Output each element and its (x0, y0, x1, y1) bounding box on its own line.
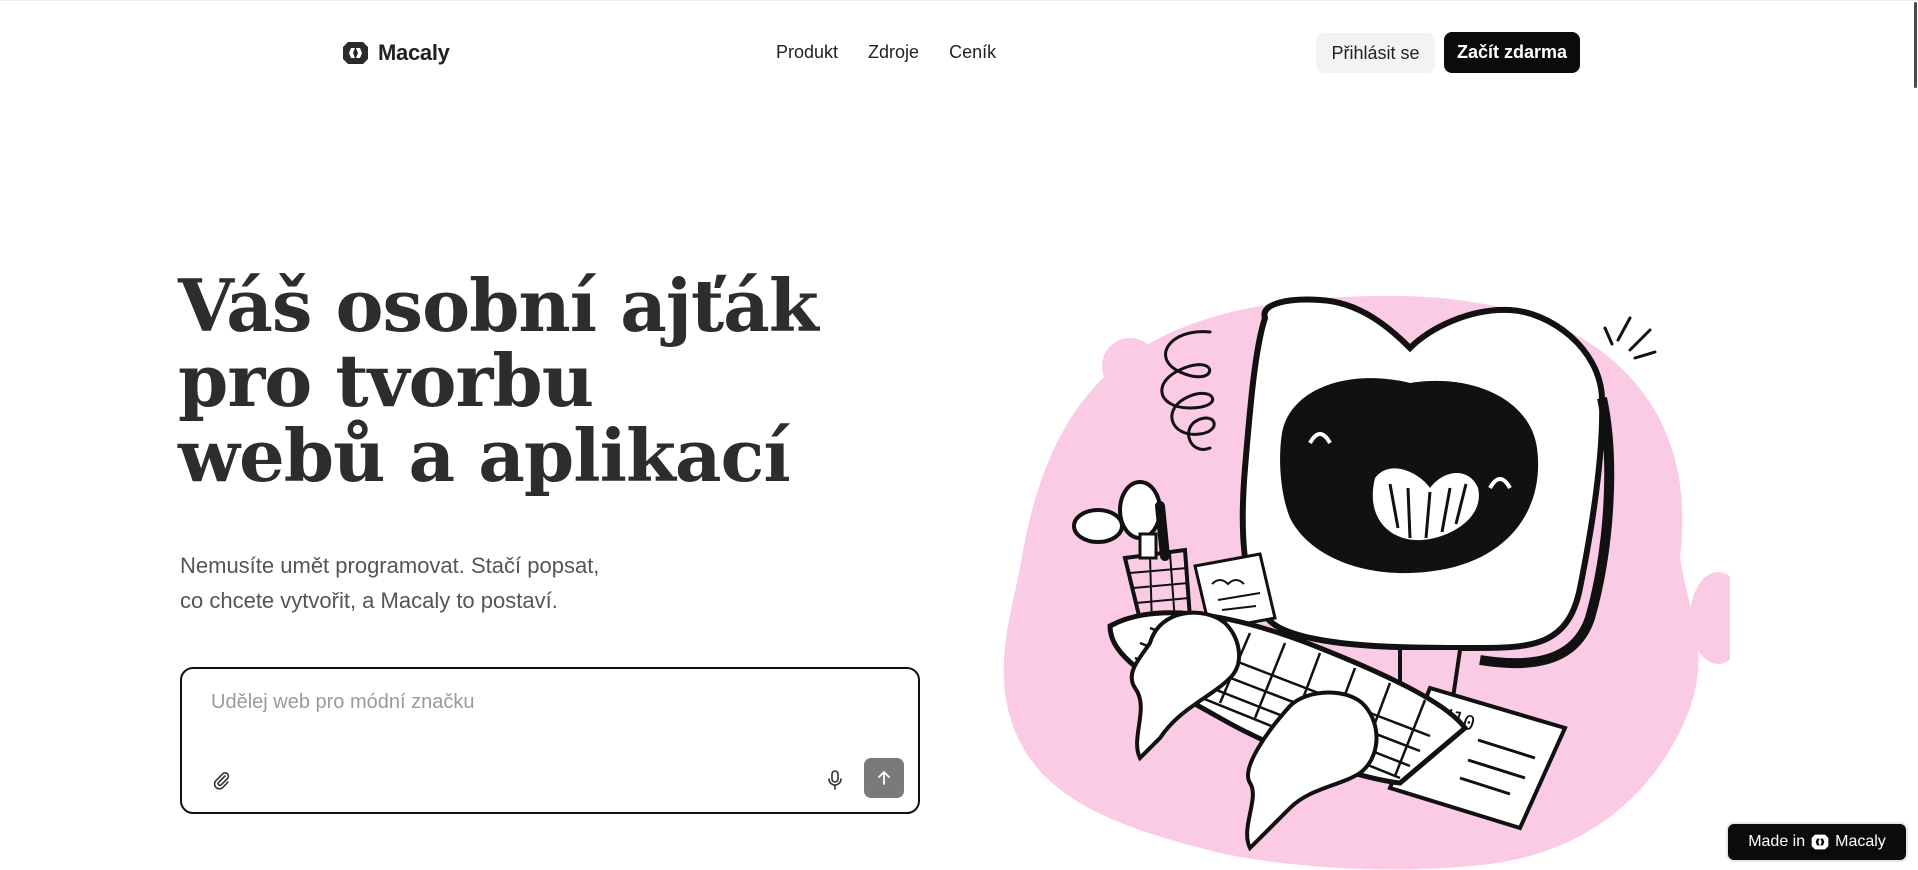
scrollbar[interactable] (1910, 0, 1918, 870)
made-in-badge[interactable]: Made in Macaly (1726, 822, 1908, 862)
hero-subtitle-line-2: co chcete vytvořit, a Macaly to postaví. (180, 588, 558, 613)
site-header: Macaly Produkt Zdroje Ceník Přihlásit se… (0, 0, 1918, 104)
monster-computer-illustration: U10 (1003, 295, 1730, 870)
microphone-button[interactable] (822, 767, 848, 793)
start-free-button[interactable]: Začít zdarma (1444, 32, 1580, 73)
send-button[interactable] (864, 758, 904, 798)
hero-subtitle: Nemusíte umět programovat. Stačí popsat,… (180, 548, 599, 618)
main-nav: Produkt Zdroje Ceník (776, 42, 996, 63)
microphone-icon (828, 770, 842, 790)
badge-brand: Macaly (1835, 833, 1886, 850)
hero-headline-line-1: Váš osobní ajťák (178, 263, 819, 348)
hero-headline-line-3: webů a aplikací (178, 413, 791, 498)
hero-subtitle-line-1: Nemusíte umět programovat. Stačí popsat, (180, 553, 600, 578)
hero-headline-line-2: pro tvorbu (178, 338, 594, 423)
paperclip-icon (213, 772, 230, 790)
brand-name: Macaly (378, 40, 450, 65)
attach-button[interactable] (208, 767, 234, 793)
login-button[interactable]: Přihlásit se (1316, 33, 1435, 73)
arrow-up-icon (878, 771, 890, 785)
macaly-logo-icon (1811, 834, 1829, 850)
nav-item-cenik[interactable]: Ceník (949, 42, 996, 63)
nav-item-zdroje[interactable]: Zdroje (868, 42, 919, 63)
scrollbar-thumb[interactable] (1914, 2, 1917, 88)
hero-headline: Váš osobní ajťák pro tvorbu webů a aplik… (178, 268, 858, 493)
prompt-box (180, 667, 920, 814)
prompt-input[interactable] (211, 691, 881, 741)
brand-logo[interactable]: Macaly (342, 40, 450, 66)
badge-prefix: Made in (1748, 833, 1806, 850)
nav-item-produkt[interactable]: Produkt (776, 42, 838, 63)
macaly-logo-icon (343, 42, 368, 64)
